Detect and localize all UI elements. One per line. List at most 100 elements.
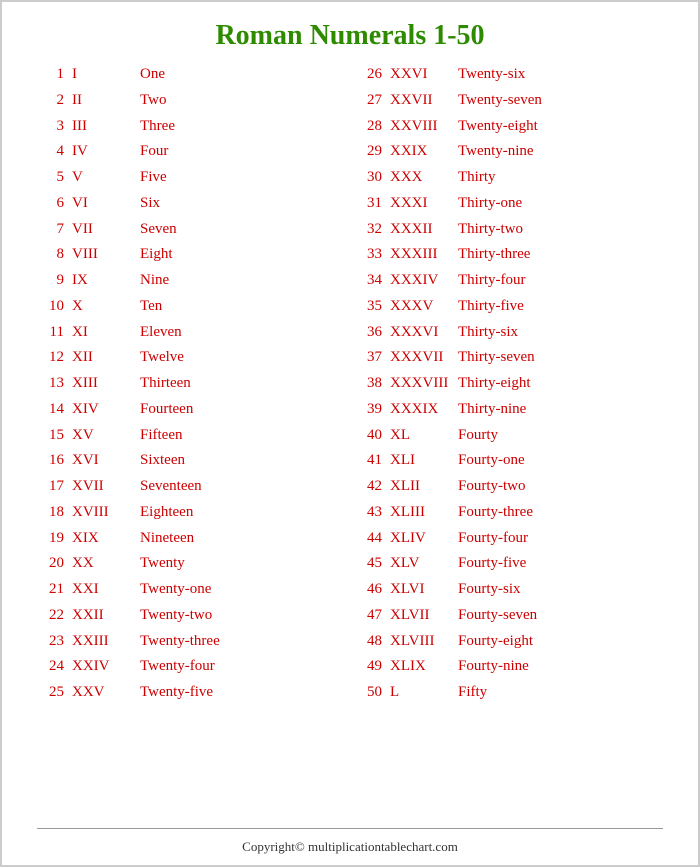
number: 30 xyxy=(350,167,382,189)
roman-numeral: XVIII xyxy=(72,502,140,524)
roman-numeral: XXXV xyxy=(390,296,458,318)
word-label: Fourty-eight xyxy=(458,631,668,653)
number: 7 xyxy=(32,219,64,241)
right-column: 26XXVITwenty-six27XXVIITwenty-seven28XXV… xyxy=(350,62,668,820)
word-label: Twenty-four xyxy=(140,656,350,678)
table-row: 41XLIFourty-one xyxy=(350,448,668,474)
roman-numeral: XI xyxy=(72,322,140,344)
roman-numeral: VII xyxy=(72,219,140,241)
word-label: Fourty xyxy=(458,425,668,447)
word-label: Three xyxy=(140,116,350,138)
word-label: Twenty-nine xyxy=(458,141,668,163)
number: 46 xyxy=(350,579,382,601)
number: 42 xyxy=(350,476,382,498)
roman-numeral: XXVI xyxy=(390,64,458,86)
table-row: 1IOne xyxy=(32,62,350,88)
word-label: Thirty-six xyxy=(458,322,668,344)
table-row: 40 XLFourty xyxy=(350,423,668,449)
table-row: 6VISix xyxy=(32,191,350,217)
number: 35 xyxy=(350,296,382,318)
roman-numeral: XXXI xyxy=(390,193,458,215)
word-label: Five xyxy=(140,167,350,189)
number: 48 xyxy=(350,631,382,653)
number: 24 xyxy=(32,656,64,678)
footer-divider xyxy=(37,828,663,829)
table-row: 23XXIIITwenty-three xyxy=(32,629,350,655)
word-label: Nineteen xyxy=(140,528,350,550)
number: 11 xyxy=(32,322,64,344)
word-label: Eleven xyxy=(140,322,350,344)
word-label: Fourty-five xyxy=(458,553,668,575)
roman-numeral: XX xyxy=(72,553,140,575)
word-label: Thirteen xyxy=(140,373,350,395)
table-row: 24XXIVTwenty-four xyxy=(32,654,350,680)
table-row: 13XIIIThirteen xyxy=(32,371,350,397)
roman-numeral: XXXVII xyxy=(390,347,458,369)
word-label: Fourty-seven xyxy=(458,605,668,627)
roman-numeral: L xyxy=(390,682,458,704)
number: 15 xyxy=(32,425,64,447)
table-row: 22XXIITwenty-two xyxy=(32,603,350,629)
word-label: Eighteen xyxy=(140,502,350,524)
word-label: Twenty-six xyxy=(458,64,668,86)
table-row: 8VIIIEight xyxy=(32,242,350,268)
word-label: Twenty-two xyxy=(140,605,350,627)
number: 29 xyxy=(350,141,382,163)
roman-numeral: XVII xyxy=(72,476,140,498)
roman-numeral: XLVII xyxy=(390,605,458,627)
number: 32 xyxy=(350,219,382,241)
table-row: 18XVIIIEighteen xyxy=(32,500,350,526)
number: 27 xyxy=(350,90,382,112)
table-row: 31XXXIThirty-one xyxy=(350,191,668,217)
word-label: Fifteen xyxy=(140,425,350,447)
word-label: Thirty-eight xyxy=(458,373,668,395)
table-row: 39XXXIXThirty-nine xyxy=(350,397,668,423)
roman-numeral: XII xyxy=(72,347,140,369)
word-label: One xyxy=(140,64,350,86)
roman-numeral: XXI xyxy=(72,579,140,601)
table-row: 30XXXThirty xyxy=(350,165,668,191)
word-label: Thirty-two xyxy=(458,219,668,241)
table-row: 46XLVIFourty-six xyxy=(350,577,668,603)
table-row: 34XXXIVThirty-four xyxy=(350,268,668,294)
number: 47 xyxy=(350,605,382,627)
table-row: 48XLVIIIFourty-eight xyxy=(350,629,668,655)
number: 37 xyxy=(350,347,382,369)
roman-numeral: XL xyxy=(390,425,458,447)
roman-numeral: II xyxy=(72,90,140,112)
roman-numeral: XXVII xyxy=(390,90,458,112)
roman-numeral: XXXVIII xyxy=(390,373,458,395)
number: 14 xyxy=(32,399,64,421)
table-row: 49XLIXFourty-nine xyxy=(350,654,668,680)
number: 9 xyxy=(32,270,64,292)
table-row: 29 XXIXTwenty-nine xyxy=(350,139,668,165)
table-row: 42XLIIFourty-two xyxy=(350,474,668,500)
number: 13 xyxy=(32,373,64,395)
roman-numeral: XXV xyxy=(72,682,140,704)
word-label: Thirty-five xyxy=(458,296,668,318)
table-row: 17XVIISeventeen xyxy=(32,474,350,500)
table-row: 10XTen xyxy=(32,294,350,320)
table-row: 14XIVFourteen xyxy=(32,397,350,423)
table-row: 16XVISixteen xyxy=(32,448,350,474)
number: 12 xyxy=(32,347,64,369)
roman-numeral: V xyxy=(72,167,140,189)
word-label: Twelve xyxy=(140,347,350,369)
table-row: 44XLIVFourty-four xyxy=(350,526,668,552)
roman-numeral: XLII xyxy=(390,476,458,498)
word-label: Seventeen xyxy=(140,476,350,498)
roman-numeral: XXXII xyxy=(390,219,458,241)
number: 40 xyxy=(350,425,382,447)
number: 1 xyxy=(32,64,64,86)
number: 33 xyxy=(350,244,382,266)
number: 26 xyxy=(350,64,382,86)
number: 45 xyxy=(350,553,382,575)
number: 20 xyxy=(32,553,64,575)
number: 16 xyxy=(32,450,64,472)
roman-numeral: XV xyxy=(72,425,140,447)
roman-numeral: VIII xyxy=(72,244,140,266)
roman-numeral: XXIX xyxy=(390,141,458,163)
table-row: 7VIISeven xyxy=(32,217,350,243)
word-label: Six xyxy=(140,193,350,215)
roman-numeral: XXXIX xyxy=(390,399,458,421)
